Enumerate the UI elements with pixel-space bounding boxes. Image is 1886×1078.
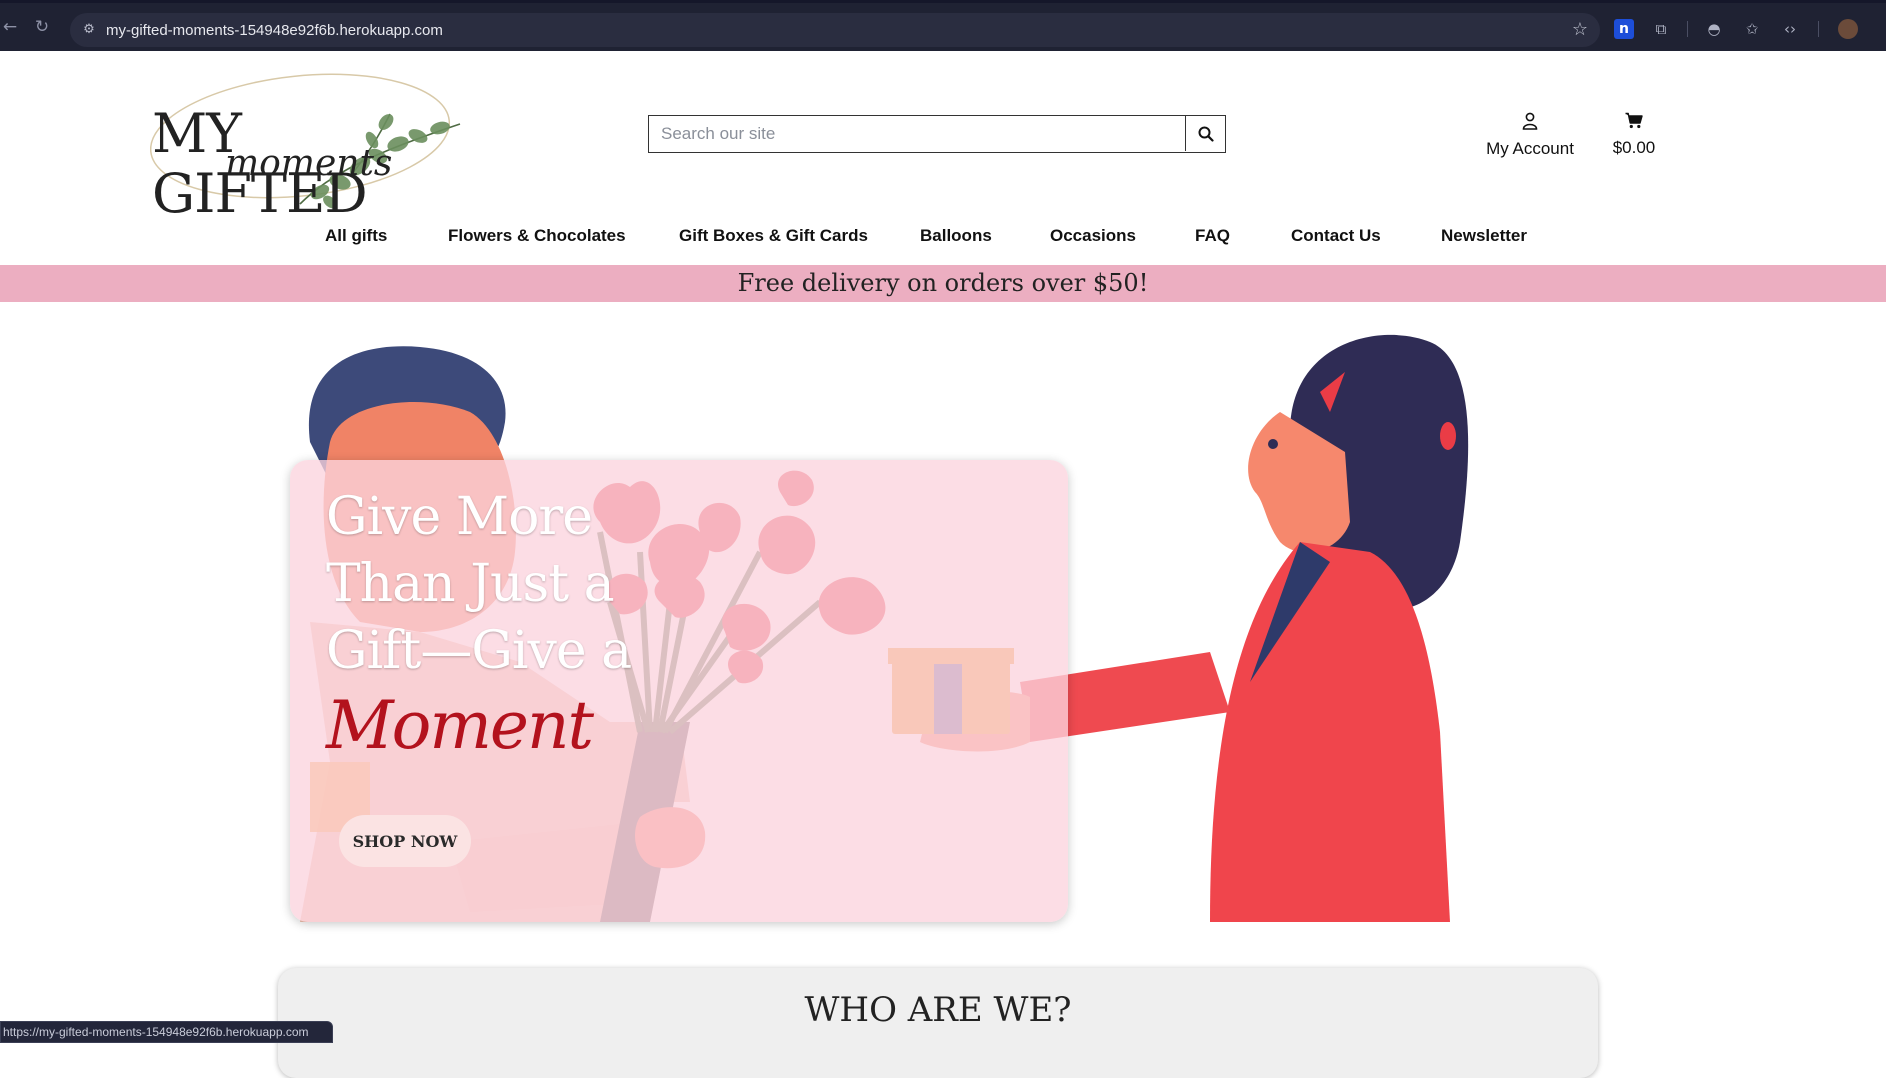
hero-headline-line-2: Than Just a [326, 554, 615, 614]
site-settings-icon[interactable]: ⚙ [80, 21, 98, 39]
link-status-bubble: https://my-gifted-moments-154948e92f6b.h… [0, 1021, 333, 1043]
cart-link[interactable]: $0.00 [1604, 112, 1664, 158]
nav-gift-boxes-gift-cards[interactable]: Gift Boxes & Gift Cards [679, 226, 868, 246]
browser-toolbar: ← ↻ ⚙ my-gifted-moments-154948e92f6b.her… [0, 0, 1886, 51]
my-account-link[interactable]: My Account [1480, 112, 1580, 159]
toolbar-divider [1687, 21, 1688, 37]
profile-avatar[interactable] [1838, 19, 1858, 39]
extension-n-icon[interactable]: n [1614, 19, 1634, 39]
hero-headline: Give More Than Just a Gift—Give a [326, 484, 686, 685]
user-icon [1522, 112, 1538, 130]
bookmark-star-icon[interactable]: ☆ [1572, 19, 1588, 41]
reload-icon[interactable]: ↻ [32, 17, 52, 37]
cart-icon [1625, 112, 1643, 129]
nav-balloons[interactable]: Balloons [920, 226, 992, 246]
cart-total: $0.00 [1612, 138, 1656, 157]
site-search [648, 115, 1226, 153]
incognito-icon[interactable]: ◓ [1704, 19, 1724, 39]
logo-script-text: moments [225, 143, 393, 184]
main-navigation: All gifts Flowers & Chocolates Gift Boxe… [0, 226, 1886, 248]
devtools-code-icon[interactable]: ‹› [1780, 19, 1800, 39]
search-button[interactable] [1185, 116, 1225, 151]
free-delivery-banner: Free delivery on orders over $50! [0, 265, 1886, 302]
about-section: WHO ARE WE? [278, 968, 1598, 1078]
hero-script-word: Moment [326, 687, 594, 764]
my-account-label: My Account [1486, 139, 1574, 158]
about-title: WHO ARE WE? [804, 990, 1072, 1030]
nav-faq[interactable]: FAQ [1195, 226, 1230, 246]
nav-newsletter[interactable]: Newsletter [1441, 226, 1527, 246]
free-delivery-text: Free delivery on orders over $50! [737, 269, 1149, 297]
address-bar[interactable]: ⚙ my-gifted-moments-154948e92f6b.herokua… [70, 13, 1600, 47]
nav-contact-us[interactable]: Contact Us [1291, 226, 1381, 246]
hero-headline-line-1: Give More [326, 487, 593, 547]
site-logo[interactable]: MY GIFTED moments [150, 64, 470, 224]
nav-flowers-chocolates[interactable]: Flowers & Chocolates [448, 226, 626, 246]
hero-headline-line-3: Gift—Give a [326, 621, 632, 681]
toolbar-divider [1818, 21, 1819, 37]
nav-all-gifts[interactable]: All gifts [325, 226, 387, 246]
shop-now-button[interactable]: SHOP NOW [339, 815, 471, 867]
favorites-icon[interactable]: ✩ [1742, 19, 1762, 39]
extensions-puzzle-icon[interactable]: ⧉ [1651, 19, 1671, 39]
nav-occasions[interactable]: Occasions [1050, 226, 1136, 246]
back-arrow-icon[interactable]: ← [0, 17, 20, 37]
search-icon [1198, 126, 1214, 142]
url-text[interactable]: my-gifted-moments-154948e92f6b.herokuapp… [106, 22, 443, 39]
search-input[interactable] [649, 116, 1186, 151]
